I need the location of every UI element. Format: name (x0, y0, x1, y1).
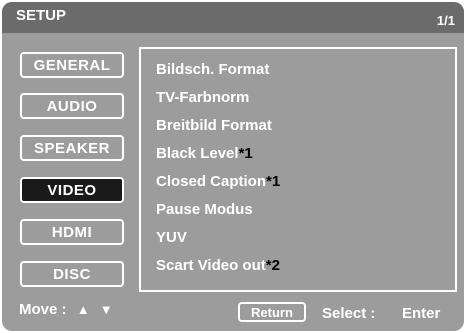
menu-item-yuv[interactable]: YUV (156, 229, 187, 246)
menu-item-label: Bildsch. Format (156, 61, 270, 78)
menu-item-black-level[interactable]: Black Level*1 (156, 145, 253, 162)
move-label: Move : (19, 301, 67, 318)
menu-item-note: *2 (265, 257, 280, 274)
page-indicator: 1/1 (436, 13, 455, 28)
down-arrow-icon: ▼ (99, 302, 113, 317)
return-button[interactable]: Return (238, 302, 306, 322)
video-menu-panel: Bildsch. Format TV-Farbnorm Breitbild Fo… (139, 47, 457, 292)
menu-item-pause-modus[interactable]: Pause Modus (156, 201, 253, 218)
menu-item-label: TV-Farbnorm (156, 89, 250, 106)
setup-screen: SETUP 1/1 GENERAL AUDIO SPEAKER VIDEO HD… (2, 2, 464, 331)
tab-speaker[interactable]: SPEAKER (20, 135, 124, 161)
menu-item-label: YUV (156, 229, 187, 246)
menu-item-scart-video-out[interactable]: Scart Video out*2 (156, 257, 280, 274)
footer-bar: Move : ▲ ▼ Return Select : Enter (2, 297, 464, 331)
tab-video[interactable]: VIDEO (20, 177, 124, 203)
enter-label: Enter (402, 305, 441, 322)
menu-item-note: *1 (238, 145, 253, 162)
up-arrow-icon: ▲ (76, 302, 90, 317)
menu-item-label: Closed Caption (156, 173, 267, 190)
menu-item-label: Scart Video out (156, 257, 266, 274)
tab-hdmi[interactable]: HDMI (20, 219, 124, 245)
title-bar: SETUP 1/1 (2, 2, 464, 33)
tab-audio[interactable]: AUDIO (20, 93, 124, 119)
menu-item-closed-caption[interactable]: Closed Caption*1 (156, 173, 280, 190)
move-hint: Move : ▲ ▼ (19, 301, 113, 318)
menu-item-breitbild-format[interactable]: Breitbild Format (156, 117, 272, 134)
menu-item-note: *1 (266, 173, 281, 190)
select-label: Select : (322, 305, 376, 322)
page-title: SETUP (16, 7, 67, 24)
menu-item-label: Breitbild Format (156, 117, 272, 134)
menu-item-bildsch-format[interactable]: Bildsch. Format (156, 61, 269, 78)
tab-general[interactable]: GENERAL (20, 52, 124, 78)
menu-item-tv-farbnorm[interactable]: TV-Farbnorm (156, 89, 249, 106)
menu-item-label: Pause Modus (156, 201, 253, 218)
menu-item-label: Black Level (156, 145, 239, 162)
tab-disc[interactable]: DISC (20, 261, 124, 287)
